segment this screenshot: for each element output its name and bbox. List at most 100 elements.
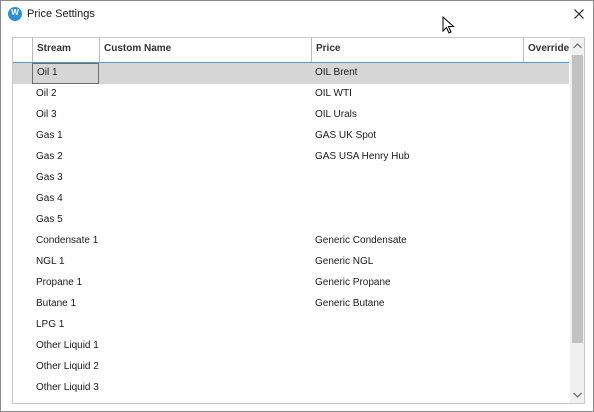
- cell-custom-name[interactable]: [99, 252, 311, 273]
- table-row[interactable]: Other Liquid 1: [13, 336, 569, 357]
- cell-stream[interactable]: Oil 3: [32, 105, 99, 126]
- cell-stream[interactable]: Other Gas 1: [32, 399, 99, 403]
- cell-stream[interactable]: Condensate 1: [32, 231, 99, 252]
- cell-stream[interactable]: Oil 1: [32, 63, 99, 84]
- cell-custom-name[interactable]: [99, 126, 311, 147]
- table-row[interactable]: Gas 1 GAS UK Spot: [13, 126, 569, 147]
- table-row[interactable]: Oil 2 OIL WTI: [13, 84, 569, 105]
- column-header-override[interactable]: Override: [523, 38, 569, 62]
- cell-custom-name[interactable]: [99, 63, 311, 84]
- cell-override[interactable]: [523, 210, 569, 231]
- cell-stream[interactable]: NGL 1: [32, 252, 99, 273]
- cell-price[interactable]: OIL Brent: [311, 63, 523, 84]
- cell-price[interactable]: [311, 189, 523, 210]
- app-logo-icon: W: [8, 7, 22, 21]
- cell-custom-name[interactable]: [99, 357, 311, 378]
- vertical-scrollbar[interactable]: [570, 38, 584, 403]
- cell-override[interactable]: [523, 378, 569, 399]
- window-title: Price Settings: [27, 8, 95, 20]
- table-row[interactable]: Other Liquid 3: [13, 378, 569, 399]
- table-row[interactable]: Oil 1 OIL Brent: [13, 63, 569, 84]
- cell-stream[interactable]: Gas 4: [32, 189, 99, 210]
- table-row[interactable]: NGL 1 Generic NGL: [13, 252, 569, 273]
- title-bar[interactable]: W Price Settings: [1, 1, 593, 27]
- cell-override[interactable]: [523, 126, 569, 147]
- cell-price[interactable]: Generic Condensate: [311, 231, 523, 252]
- cell-stream[interactable]: Other Liquid 2: [32, 357, 99, 378]
- cell-custom-name[interactable]: [99, 378, 311, 399]
- cell-price[interactable]: Generic Butane: [311, 294, 523, 315]
- cell-override[interactable]: [523, 168, 569, 189]
- table-row[interactable]: Other Liquid 2: [13, 357, 569, 378]
- cell-override[interactable]: [523, 273, 569, 294]
- cell-stream[interactable]: Other Liquid 3: [32, 378, 99, 399]
- cell-override[interactable]: [523, 252, 569, 273]
- table-row[interactable]: Gas 5: [13, 210, 569, 231]
- cell-override[interactable]: [523, 105, 569, 126]
- cell-stream[interactable]: Gas 2: [32, 147, 99, 168]
- cell-override[interactable]: [523, 294, 569, 315]
- cell-custom-name[interactable]: [99, 336, 311, 357]
- cell-custom-name[interactable]: [99, 189, 311, 210]
- cell-custom-name[interactable]: [99, 399, 311, 403]
- scroll-down-button[interactable]: [570, 387, 584, 403]
- price-settings-grid[interactable]: Stream Custom Name Price Override Oil 1O…: [12, 37, 585, 404]
- cell-price[interactable]: GAS UK Spot: [311, 126, 523, 147]
- grid-header-row: Stream Custom Name Price Override: [13, 38, 569, 63]
- cell-stream[interactable]: Butane 1: [32, 294, 99, 315]
- cell-price[interactable]: Generic NGL: [311, 252, 523, 273]
- cell-price[interactable]: GAS USA Henry Hub: [311, 147, 523, 168]
- cell-custom-name[interactable]: [99, 105, 311, 126]
- column-header-stream[interactable]: Stream: [32, 38, 99, 62]
- cell-stream[interactable]: Oil 2: [32, 84, 99, 105]
- cell-price[interactable]: Generic Propane: [311, 273, 523, 294]
- app-logo-glyph: W: [11, 8, 19, 17]
- table-row[interactable]: Propane 1 Generic Propane: [13, 273, 569, 294]
- cell-override[interactable]: [523, 147, 569, 168]
- cell-price[interactable]: [311, 336, 523, 357]
- cell-price[interactable]: OIL Urals: [311, 105, 523, 126]
- table-row[interactable]: Oil 3 OIL Urals: [13, 105, 569, 126]
- table-row[interactable]: Gas 2 GAS USA Henry Hub: [13, 147, 569, 168]
- scroll-up-button[interactable]: [570, 38, 584, 54]
- cell-price[interactable]: [311, 399, 523, 403]
- cell-override[interactable]: [523, 336, 569, 357]
- cell-custom-name[interactable]: [99, 147, 311, 168]
- cell-price[interactable]: OIL WTI: [311, 84, 523, 105]
- table-row[interactable]: Gas 4: [13, 189, 569, 210]
- close-button[interactable]: [567, 3, 591, 25]
- cell-stream[interactable]: LPG 1: [32, 315, 99, 336]
- cell-custom-name[interactable]: [99, 294, 311, 315]
- cell-stream[interactable]: Gas 5: [32, 210, 99, 231]
- column-header-custom-name[interactable]: Custom Name: [99, 38, 311, 62]
- cell-stream[interactable]: Gas 3: [32, 168, 99, 189]
- cell-stream[interactable]: Propane 1: [32, 273, 99, 294]
- cell-price[interactable]: [311, 210, 523, 231]
- table-row[interactable]: Other Gas 1: [13, 399, 569, 403]
- cell-override[interactable]: [523, 189, 569, 210]
- column-header-price[interactable]: Price: [311, 38, 523, 62]
- table-row[interactable]: Condensate 1 Generic Condensate: [13, 231, 569, 252]
- cell-price[interactable]: [311, 357, 523, 378]
- cell-custom-name[interactable]: [99, 231, 311, 252]
- cell-override[interactable]: [523, 231, 569, 252]
- cell-custom-name[interactable]: [99, 168, 311, 189]
- scroll-thumb[interactable]: [572, 55, 583, 343]
- cell-override[interactable]: [523, 399, 569, 403]
- table-row[interactable]: Butane 1 Generic Butane: [13, 294, 569, 315]
- cell-stream[interactable]: Other Liquid 1: [32, 336, 99, 357]
- cell-custom-name[interactable]: [99, 210, 311, 231]
- table-row[interactable]: Gas 3: [13, 168, 569, 189]
- cell-override[interactable]: [523, 357, 569, 378]
- table-row[interactable]: LPG 1: [13, 315, 569, 336]
- cell-override[interactable]: [523, 63, 569, 84]
- cell-override[interactable]: [523, 315, 569, 336]
- cell-price[interactable]: [311, 315, 523, 336]
- cell-override[interactable]: [523, 84, 569, 105]
- cell-custom-name[interactable]: [99, 315, 311, 336]
- cell-custom-name[interactable]: [99, 273, 311, 294]
- cell-custom-name[interactable]: [99, 84, 311, 105]
- cell-stream[interactable]: Gas 1: [32, 126, 99, 147]
- cell-price[interactable]: [311, 168, 523, 189]
- cell-price[interactable]: [311, 378, 523, 399]
